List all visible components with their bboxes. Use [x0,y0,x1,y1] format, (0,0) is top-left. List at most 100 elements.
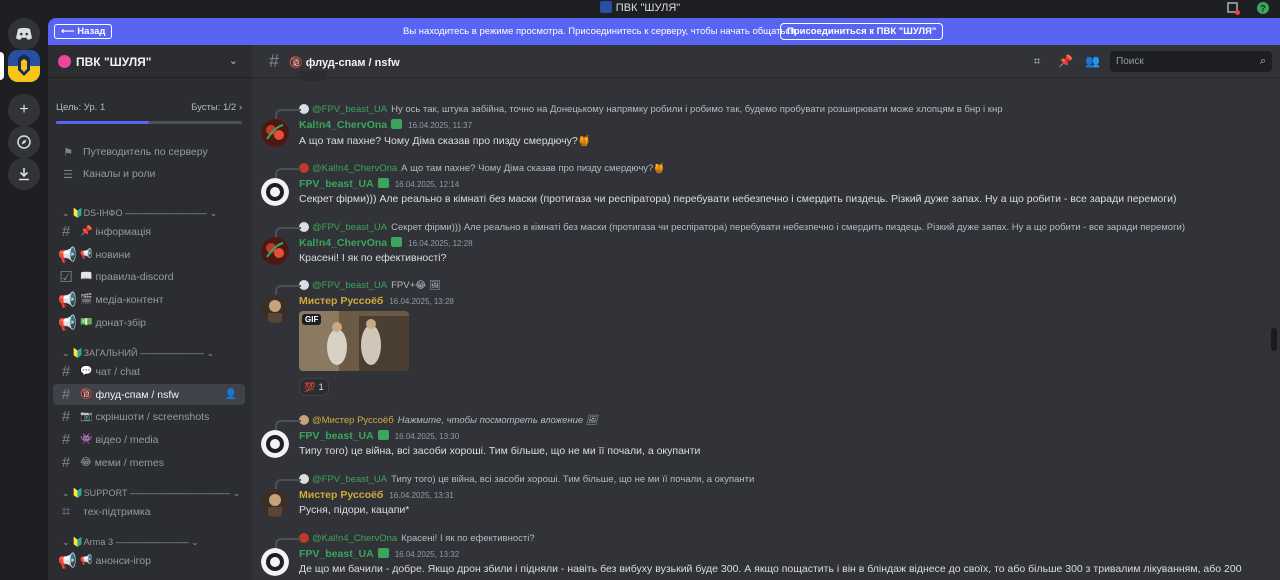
category-zahalnyi[interactable]: ⌄ 🔰ЗАГАЛЬНИЙ ——————— ⌄ [62,348,214,359]
channel-flud-spam[interactable]: # 🔞 флуд-спам / nsfw 👤 [53,384,245,405]
reply-text: Типу того) це війна, всі засоби хороші. … [391,473,755,485]
channel-donat[interactable]: 📢 💵 донат-збір [53,312,245,333]
discord-home-icon[interactable] [8,18,40,50]
boost-goal[interactable]: Цель: Ур. 1 Бусты: 1/2 › [56,102,242,113]
message-author[interactable]: Kal!n4_ChervOna 16.04.2025, 12:28 [299,237,473,249]
channel-video[interactable]: # 👾 відео / media [53,429,245,450]
message-author[interactable]: FPV_beast_UA 16.04.2025, 13:30 [299,430,459,442]
channel-emoji: 📌 [80,226,93,237]
reply-spine [275,109,301,119]
threads-icon[interactable]: ⌗ [1030,54,1044,68]
pin-icon[interactable]: 📌 [1058,54,1073,68]
download-icon[interactable] [8,158,40,190]
channel-emoji: 🔞 [80,389,93,400]
message-content: А що там пахне? Чому Діма сказав про пиз… [299,135,591,147]
members-icon[interactable]: 👥 [1085,54,1100,68]
previous-reaction[interactable] [299,71,327,81]
server-guide-link[interactable]: ⚑ Путеводитель по серверу [56,142,246,162]
message-author[interactable]: Мистер Руссоёб 16.04.2025, 13:31 [299,489,454,501]
server-header[interactable]: ПВК "ШУЛЯ" ⌄ [48,45,252,78]
reply-preview[interactable]: @FPV_beast_UA Секрет фірми))) Але реально… [275,220,1186,237]
server-name: ПВК "ШУЛЯ" [76,55,152,69]
category-label: DS-ІНФО ————————— ⌄ [83,208,218,218]
avatar[interactable] [261,119,289,147]
inbox-icon[interactable] [1226,1,1240,15]
author-name: Мистер Руссоёб [299,295,384,307]
author-name: Kal!n4_ChervOna [299,237,388,249]
channels-roles-link[interactable]: ☰ Каналы и роли [56,164,246,184]
reply-text: Ну ось так, штука забійна, точно на Доне… [391,103,1003,115]
channel-label: флуд-спам / nsfw [95,388,179,401]
message-content: Де що ми бачили - добре. Якщо дрон збили… [299,563,1242,575]
gif-attachment[interactable]: GIF [299,311,409,371]
message-author[interactable]: FPV_beast_UA 16.04.2025, 13:32 [299,548,459,560]
channel-anonsy[interactable]: 📢 📢 анонси-ігор [53,550,245,571]
reply-preview[interactable]: @FPV_beast_UA Ну ось так, штука забійна, … [275,102,1003,119]
search-input[interactable]: Поиск ⌕ [1110,51,1272,72]
category-ds-info[interactable]: ⌄ 🔰DS-ІНФО ————————— ⌄ [62,208,217,219]
timestamp: 16.04.2025, 13:30 [394,432,460,441]
goal-progress-fill [56,121,149,124]
channel-label: відео / media [95,433,159,446]
channel-emoji: 📢 [80,555,93,566]
chat-scrollbar[interactable] [1271,328,1277,351]
avatar[interactable] [261,295,289,323]
message-content: Русня, підори, кацапи* [299,504,410,516]
add-server-icon[interactable]: + [8,94,40,126]
reaction-100[interactable]: 💯 1 [299,378,329,396]
help-icon[interactable]: ? [1256,1,1270,15]
announcement-icon: 📢 [58,314,77,332]
signpost-icon: ⚑ [63,146,73,159]
channel-tech-support[interactable]: ⌗ тех-підтримка [53,501,245,522]
author-name: FPV_beast_UA [299,430,374,442]
channel-chat[interactable]: # 💬 чат / chat [53,361,245,382]
category-arma3[interactable]: ⌄ 🔰Arma 3 ———————— ⌄ [62,537,199,548]
reply-spine [275,168,301,178]
category-label: ЗАГАЛЬНИЙ ——————— ⌄ [83,348,215,358]
channel-memes[interactable]: # 😂 меми / memes [53,452,245,473]
create-invite-icon[interactable]: 👤 [225,389,237,400]
channel-header: # 🔞 флуд-спам / nsfw ⌗ 📌 👥 Поиск ⌕ [252,45,1280,78]
server-mini-icon [599,1,612,13]
channel-novyny[interactable]: 📢 📢 новини [53,244,245,265]
category-support[interactable]: ⌄ 🔰SUPPORT ——————————— ⌄ [62,488,240,499]
channel-pravyla[interactable]: ☑ 📖 правила-discord [53,266,245,287]
reply-preview[interactable]: @Kal!n4_ChervOna Красені! І як по ефектив… [275,531,535,548]
join-server-button[interactable]: Присоединиться к ПВК "ШУЛЯ" [780,23,944,40]
reply-text: FPV+😂 🖼 [391,279,441,291]
channel-media-content[interactable]: 📢 🎬 медіа-контент [53,289,245,310]
channel-label: меми / memes [94,456,165,469]
window-titlebar: ПВК "ШУЛЯ" ? [0,0,1280,18]
channel-screenshots[interactable]: # 📷 скріншоти / screenshots [53,406,245,427]
server-icon-pvk-shulya[interactable] [8,50,40,82]
message-author[interactable]: Мистер Руссоёб 16.04.2025, 13:28 [299,295,454,307]
avatar[interactable] [261,430,289,458]
avatar[interactable] [261,237,289,265]
message-content: Секрет фірми))) Але реально в кімнаті бе… [299,193,1177,205]
channel-emoji: 😂 [80,457,92,468]
reply-author: @FPV_beast_UA [312,473,388,485]
channel-label: новини [95,248,131,261]
message-author[interactable]: FPV_beast_UA 16.04.2025, 12:14 [299,178,459,190]
reaction-count: 1 [318,381,324,393]
explore-icon[interactable] [8,126,40,158]
avatar[interactable] [261,178,289,206]
back-button[interactable]: ⟵ Назад [54,24,113,39]
channel-informatsiya[interactable]: # 📌 інформація [53,221,245,242]
avatar[interactable] [261,489,289,517]
forum-icon: ⌗ [61,503,71,520]
channel-emoji: 💬 [80,366,93,377]
timestamp: 16.04.2025, 11:37 [408,121,473,130]
channel-label: скріншоти / screenshots [95,410,210,423]
reply-text: А що там пахне? Чому Діма сказав про пиз… [401,162,666,174]
reply-preview[interactable]: @Kal!n4_ChervOna А що там пахне? Чому Дім… [275,161,666,178]
avatar[interactable] [261,548,289,576]
reply-preview[interactable]: @FPV_beast_UA FPV+😂 🖼 [275,278,441,295]
reply-preview[interactable]: @FPV_beast_UA Типу того) це війна, всі за… [275,472,755,489]
hash-icon: # [61,386,71,403]
reply-preview[interactable]: @Мистер Руссоёб Нажмите, чтобы посмотреть… [275,413,598,430]
role-icon [377,178,389,188]
author-name: Kal!n4_ChervOna [299,119,388,131]
message-author[interactable]: Kal!n4_ChervOna 16.04.2025, 11:37 [299,119,472,131]
reply-text: Секрет фірми))) Але реально в кімнаті бе… [391,221,1186,233]
